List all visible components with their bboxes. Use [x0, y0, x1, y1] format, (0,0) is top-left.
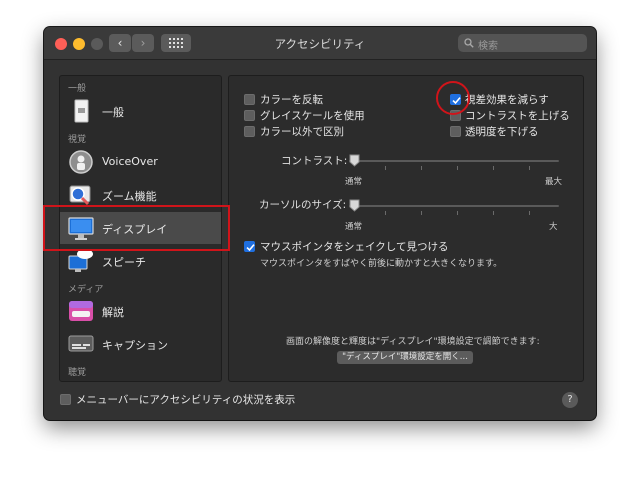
invert-colors-label: カラーを反転 [260, 94, 323, 106]
invert-colors-checkbox[interactable] [244, 94, 255, 105]
display-highlight-box [43, 205, 230, 251]
slider-tick [529, 166, 530, 170]
slider-tick [421, 166, 422, 170]
cursor-size-slider-knob[interactable] [349, 199, 360, 212]
sidebar-item-general[interactable]: 一般 [60, 95, 221, 127]
slider-tick [385, 166, 386, 170]
contrast-label: コントラスト: [281, 155, 348, 167]
shake-to-locate-description: マウスポインタをすばやく前後に動かすと大きくなります。 [260, 259, 503, 269]
sidebar-item-voiceover[interactable]: VoiceOver [60, 146, 221, 178]
contrast-slider-knob[interactable] [349, 154, 360, 167]
checkmark-icon [246, 244, 255, 252]
section-media: メディア [68, 285, 104, 295]
display-prefs-note: 画面の解像度と輝度は"ディスプレイ"環境設定で調節できます: [286, 337, 540, 347]
menubar-status-label: メニューバーにアクセシビリティの状況を表示 [76, 394, 296, 406]
title-bar: ‹ › アクセシビリティ 検索 [44, 27, 596, 60]
grayscale-label: グレイスケールを使用 [260, 110, 365, 122]
contrast-slider[interactable] [349, 160, 559, 162]
section-hearing: 聴覚 [68, 368, 87, 378]
reduce-motion-highlight-circle [436, 81, 470, 115]
differentiate-without-color-label: カラー以外で区別 [260, 126, 344, 138]
cursor-size-max-label: 大 [549, 222, 558, 232]
help-button[interactable]: ? [562, 392, 578, 408]
cursor-size-label: カーソルのサイズ: [259, 199, 347, 211]
search-placeholder: 検索 [478, 41, 498, 52]
grayscale-checkbox[interactable] [244, 110, 255, 121]
reduce-transparency-label: 透明度を下げる [465, 126, 539, 138]
sidebar-item-captions[interactable]: キャプション [60, 328, 221, 360]
speech-icon [68, 249, 93, 272]
section-vision: 視覚 [68, 135, 87, 145]
slider-tick [421, 211, 422, 215]
shake-to-locate-checkbox[interactable] [244, 241, 255, 252]
slider-tick [493, 211, 494, 215]
sidebar-item-label: スピーチ [102, 256, 146, 269]
menubar-status-checkbox[interactable] [60, 394, 71, 405]
shake-to-locate-label: マウスポインタをシェイクして見つける [260, 241, 449, 253]
display-pane: カラーを反転 グレイスケールを使用 カラー以外で区別 視差効果を減らす コントラ… [228, 75, 584, 382]
contrast-max-label: 最大 [545, 177, 563, 187]
search-icon [464, 38, 474, 48]
reduce-motion-label: 視差効果を減らす [465, 94, 549, 106]
general-icon [74, 99, 89, 123]
descriptions-icon [69, 301, 93, 321]
cursor-size-min-label: 通常 [345, 222, 363, 232]
contrast-min-label: 通常 [345, 177, 363, 187]
slider-tick [457, 166, 458, 170]
slider-tick [529, 211, 530, 215]
slider-tick [457, 211, 458, 215]
open-display-prefs-button[interactable]: "ディスプレイ"環境設定を開く... [337, 351, 473, 364]
sidebar-item-label: 解説 [102, 306, 124, 319]
sidebar-item-label: VoiceOver [102, 155, 158, 168]
sidebar-item-label: 一般 [102, 106, 124, 119]
slider-tick [493, 166, 494, 170]
voiceover-icon [69, 150, 93, 174]
differentiate-without-color-checkbox[interactable] [244, 126, 255, 137]
sidebar-item-descriptions[interactable]: 解説 [60, 295, 221, 327]
sidebar-item-label: キャプション [102, 339, 168, 352]
increase-contrast-label: コントラストを上げる [465, 110, 570, 122]
sidebar-item-label: ズーム機能 [102, 190, 157, 203]
cursor-size-slider[interactable] [349, 205, 559, 207]
search-field[interactable]: 検索 [458, 34, 587, 52]
slider-tick [385, 211, 386, 215]
captions-icon [68, 335, 94, 352]
reduce-transparency-checkbox[interactable] [450, 126, 461, 137]
section-general: 一般 [68, 84, 87, 94]
